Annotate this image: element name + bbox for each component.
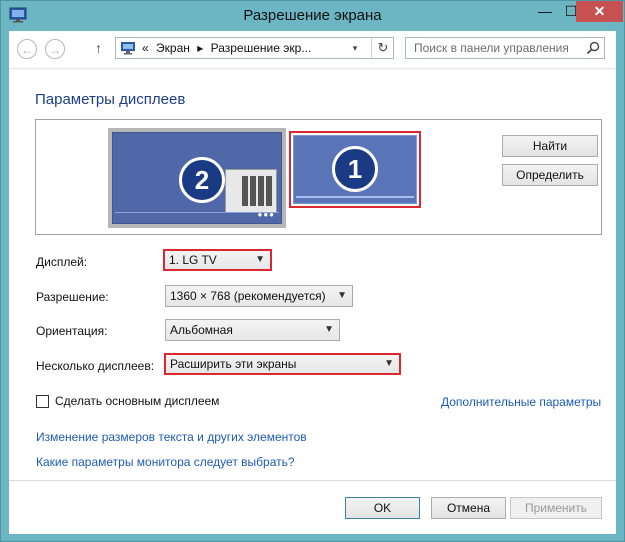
chevron-down-icon: ▼ xyxy=(384,358,394,369)
display-select[interactable]: 1. LG TV ▼ xyxy=(163,249,272,271)
close-icon[interactable]: ✕ xyxy=(576,1,623,22)
orientation-select-value: Альбомная xyxy=(170,323,233,337)
refresh-icon[interactable]: ↻ xyxy=(371,38,394,58)
chevron-down-icon: ▼ xyxy=(337,290,347,301)
identify-button[interactable]: Определить xyxy=(502,164,598,186)
display-select-value: 1. LG TV xyxy=(169,253,217,267)
monitor-1-screen: 1 xyxy=(293,135,417,204)
ok-button[interactable]: OK xyxy=(345,497,420,519)
monitor-2-number: 2 xyxy=(179,157,225,203)
breadcrumb-item-screen[interactable]: Экран xyxy=(156,41,190,55)
back-icon[interactable]: ← xyxy=(17,39,37,59)
resolution-label: Разрешение: xyxy=(36,290,109,304)
monitor-1-taskbar xyxy=(296,196,414,198)
monitor-preview: 2 ●●● 1 Найти Определить xyxy=(35,119,602,235)
chevron-down-icon: ▼ xyxy=(324,324,334,335)
minimize-icon[interactable]: — xyxy=(532,1,558,22)
main-content: Параметры дисплеев 2 ●●● 1 Найти Определ… xyxy=(9,69,616,480)
primary-display-checkbox[interactable] xyxy=(36,395,49,408)
search-input[interactable]: Поиск в панели управления xyxy=(414,41,569,55)
advanced-settings-link[interactable]: Дополнительные параметры xyxy=(441,395,601,409)
title-bar[interactable]: Разрешение экрана — ☐ ✕ xyxy=(1,1,624,31)
find-button[interactable]: Найти xyxy=(502,135,598,157)
monitor-2-taskbar xyxy=(115,212,279,213)
primary-display-checkbox-label[interactable]: Сделать основным дисплеем xyxy=(55,394,219,408)
search-box[interactable]: Поиск в панели управления xyxy=(405,37,605,59)
chevron-down-icon[interactable]: ▾ xyxy=(347,39,363,57)
display-address-icon xyxy=(121,42,135,55)
display-label: Дисплей: xyxy=(36,255,88,269)
breadcrumb: « Экран ▸ Разрешение экр... xyxy=(142,41,315,55)
dialog-footer: OK Отмена Применить xyxy=(9,480,616,534)
search-icon[interactable] xyxy=(586,41,600,55)
multiple-displays-select-value: Расширить эти экраны xyxy=(170,357,297,371)
window-title: Разрешение экрана xyxy=(243,7,382,24)
window: Разрешение экрана — ☐ ✕ ← → ↑ « Экран ▸ … xyxy=(0,0,625,542)
cancel-button[interactable]: Отмена xyxy=(431,497,506,519)
navigation-bar: ← → ↑ « Экран ▸ Разрешение экр... ▾ ↻ По… xyxy=(9,31,616,69)
which-settings-link[interactable]: Какие параметры монитора следует выбрать… xyxy=(36,455,295,469)
control-panel-icon xyxy=(225,169,277,213)
up-icon[interactable]: ↑ xyxy=(95,40,102,56)
orientation-label: Ориентация: xyxy=(36,324,108,338)
monitor-1[interactable]: 1 xyxy=(289,131,421,208)
breadcrumb-prefix[interactable]: « xyxy=(142,41,149,55)
monitor-2-screen: 2 ●●● xyxy=(112,132,282,224)
monitor-2-dots: ●●● xyxy=(257,210,275,219)
page-title: Параметры дисплеев xyxy=(35,91,186,108)
chevron-down-icon: ▼ xyxy=(255,254,265,265)
breadcrumb-item-resolution[interactable]: Разрешение экр... xyxy=(211,41,312,55)
monitor-1-number: 1 xyxy=(332,146,378,192)
resolution-select[interactable]: 1360 × 768 (рекомендуется) ▼ xyxy=(165,285,353,307)
monitor-2[interactable]: 2 ●●● xyxy=(108,128,286,228)
multiple-displays-label: Несколько дисплеев: xyxy=(36,359,155,373)
text-size-link[interactable]: Изменение размеров текста и других элеме… xyxy=(36,430,307,444)
address-bar[interactable]: « Экран ▸ Разрешение экр... ▾ ↻ xyxy=(115,37,394,59)
applet-grid xyxy=(242,176,272,206)
orientation-select[interactable]: Альбомная ▼ xyxy=(165,319,340,341)
multiple-displays-select[interactable]: Расширить эти экраны ▼ xyxy=(164,353,401,375)
apply-button[interactable]: Применить xyxy=(510,497,602,519)
resolution-select-value: 1360 × 768 (рекомендуется) xyxy=(170,289,326,303)
breadcrumb-separator: ▸ xyxy=(197,41,204,55)
forward-icon[interactable]: → xyxy=(45,39,65,59)
